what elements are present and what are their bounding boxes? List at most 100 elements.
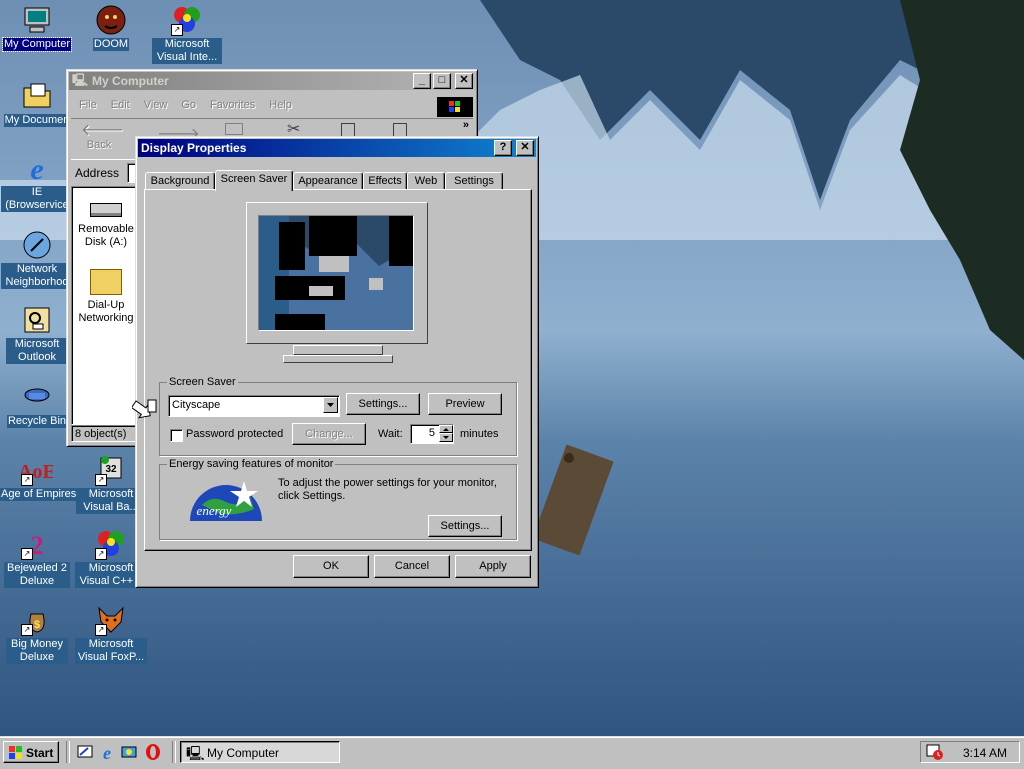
menu-favorites[interactable]: Favorites (210, 99, 255, 111)
visual-studio-icon: ↗ (171, 4, 203, 36)
desktop-icon-ie[interactable]: e IE (Browservice (0, 152, 74, 215)
file-list[interactable]: Removable Disk (A:) Dial-Up Networking (71, 186, 141, 425)
desktop-icon-label: Microsoft Visual FoxP... (75, 638, 147, 664)
scheduler-icon[interactable] (926, 743, 944, 761)
wait-label: Wait: (378, 428, 403, 440)
menu-file[interactable]: File (79, 99, 97, 111)
money-bag-icon: $ ↗ (21, 604, 53, 636)
shortcut-arrow-icon: ↗ (21, 474, 33, 486)
display-properties-titlebar[interactable]: Display Properties ? ✕ (138, 139, 536, 157)
screen-saver-select[interactable]: Cityscape (168, 395, 340, 417)
desktop-icon-label: Bejeweled 2 Deluxe (4, 562, 70, 588)
monitor-screen (258, 215, 414, 331)
visual-cpp-icon: ↗ (95, 528, 127, 560)
minimize-button[interactable]: _ (413, 73, 431, 89)
age-of-empires-icon: AoE ↗ (21, 454, 53, 486)
computer-icon: 🖳 (186, 745, 205, 761)
toolbar-chevron-icon[interactable]: » (463, 119, 469, 131)
energy-star-logo-text: energy (197, 503, 232, 518)
address-label: Address (75, 166, 120, 180)
tab-web[interactable]: Web (407, 172, 445, 190)
svg-text:e: e (30, 153, 43, 184)
change-password-button[interactable]: Change... (292, 423, 366, 445)
dialog-title: Display Properties (141, 141, 247, 155)
network-globe-icon (21, 229, 53, 261)
menu-help[interactable]: Help (269, 99, 292, 111)
desktop-icon-label: DOOM (92, 38, 130, 51)
screen-saver-panel: Screen Saver Cityscape Settings... Previ… (144, 189, 532, 551)
tab-screen-saver[interactable]: Screen Saver (215, 170, 293, 191)
menu-view[interactable]: View (144, 99, 168, 111)
desktop-icon-label: Big Money Deluxe (6, 638, 68, 664)
internet-explorer-icon[interactable]: e (98, 743, 116, 763)
help-button[interactable]: ? (494, 140, 512, 156)
desktop-icon-bejeweled[interactable]: 2 ↗ Bejeweled 2 Deluxe (0, 528, 74, 591)
my-computer-titlebar[interactable]: 🖳 My Computer _ □ ✕ (69, 72, 475, 90)
desktop-icon-visual-foxpro[interactable]: ↗ Microsoft Visual FoxP... (74, 604, 148, 667)
desktop-icon-age-of-empires[interactable]: AoE ↗ Age of Empires (0, 454, 76, 504)
desktop-icon-label: My Computer (1, 37, 73, 52)
password-protected-label: Password protected (186, 428, 284, 440)
tab-settings[interactable]: Settings (445, 172, 503, 190)
monitor-base (283, 355, 393, 363)
shortcut-arrow-icon: ↗ (171, 24, 183, 36)
cancel-button[interactable]: Cancel (374, 555, 450, 578)
spin-up-button[interactable] (439, 425, 453, 433)
shortcut-arrow-icon: ↗ (21, 624, 33, 636)
preview-button[interactable]: Preview (428, 393, 502, 415)
cityscape-preview-image (259, 216, 413, 330)
menu-bar: File Edit View Go Favorites Help (71, 95, 292, 115)
display-properties-dialog[interactable]: Display Properties ? ✕ Background Screen… (135, 136, 539, 588)
clock[interactable]: 3:14 AM (963, 746, 1007, 760)
energy-star-logo: energy (188, 475, 264, 521)
taskbar-separator (66, 741, 70, 763)
taskbar-item-my-computer[interactable]: 🖳 My Computer (180, 741, 340, 763)
monitor-stand (293, 345, 383, 355)
minutes-label: minutes (460, 428, 499, 440)
desktop-icon-my-documents[interactable]: My Documen (0, 80, 74, 130)
bejeweled-icon: 2 ↗ (21, 528, 53, 560)
apply-button[interactable]: Apply (455, 555, 531, 578)
spin-down-button[interactable] (439, 433, 453, 442)
desktop-icon-recycle-bin[interactable]: Recycle Bin (0, 381, 74, 431)
copy-icon[interactable] (341, 123, 355, 137)
chevron-down-icon[interactable] (323, 397, 338, 413)
menu-edit[interactable]: Edit (111, 99, 130, 111)
up-folder-icon[interactable] (225, 123, 243, 135)
ok-button[interactable]: OK (293, 555, 369, 578)
opera-icon[interactable] (144, 743, 162, 761)
screen-saver-group-label: Screen Saver (167, 376, 238, 388)
desktop-icon-outlook[interactable]: Microsoft Outlook (0, 304, 74, 367)
file-item-removable-disk[interactable]: Removable Disk (A:) (72, 203, 140, 249)
start-button[interactable]: Start (3, 741, 59, 763)
shortcut-arrow-icon: ↗ (95, 624, 107, 636)
desktop-icon-visual-interdev[interactable]: ↗ Microsoft Visual Inte... (150, 4, 224, 67)
channels-icon[interactable] (120, 743, 138, 761)
desktop-icon-doom[interactable]: DOOM (74, 4, 148, 54)
close-button[interactable]: ✕ (455, 73, 473, 89)
tab-effects[interactable]: Effects (363, 172, 407, 190)
menu-go[interactable]: Go (181, 99, 196, 111)
energy-settings-button[interactable]: Settings... (428, 515, 502, 537)
desktop-icon-my-computer[interactable]: My Computer (0, 4, 74, 54)
wait-minutes-stepper[interactable]: 5 (410, 424, 454, 444)
file-item-dial-up[interactable]: Dial-Up Networking (72, 269, 140, 325)
desktop-icon-label: Recycle Bin (6, 415, 68, 428)
dial-up-folder-icon (90, 269, 122, 295)
tab-background[interactable]: Background (145, 172, 215, 190)
monitor-preview (246, 202, 428, 344)
computer-icon: 🖳 (72, 72, 89, 87)
show-desktop-icon[interactable] (76, 743, 94, 761)
screen-saver-settings-button[interactable]: Settings... (346, 393, 420, 415)
desktop-icon-network[interactable]: Network Neighborhoo (0, 229, 74, 292)
shortcut-arrow-icon: ↗ (21, 548, 33, 560)
paste-icon[interactable] (393, 123, 407, 137)
status-bar: 8 object(s) (71, 425, 139, 442)
system-tray: 3:14 AM (920, 741, 1020, 763)
back-button[interactable]: 🡐 Back (81, 123, 124, 152)
close-button[interactable]: ✕ (516, 140, 534, 156)
desktop-icon-big-money[interactable]: $ ↗ Big Money Deluxe (0, 604, 74, 667)
maximize-button[interactable]: □ (433, 73, 451, 89)
password-protected-checkbox[interactable] (170, 429, 183, 442)
tab-appearance[interactable]: Appearance (293, 172, 363, 190)
